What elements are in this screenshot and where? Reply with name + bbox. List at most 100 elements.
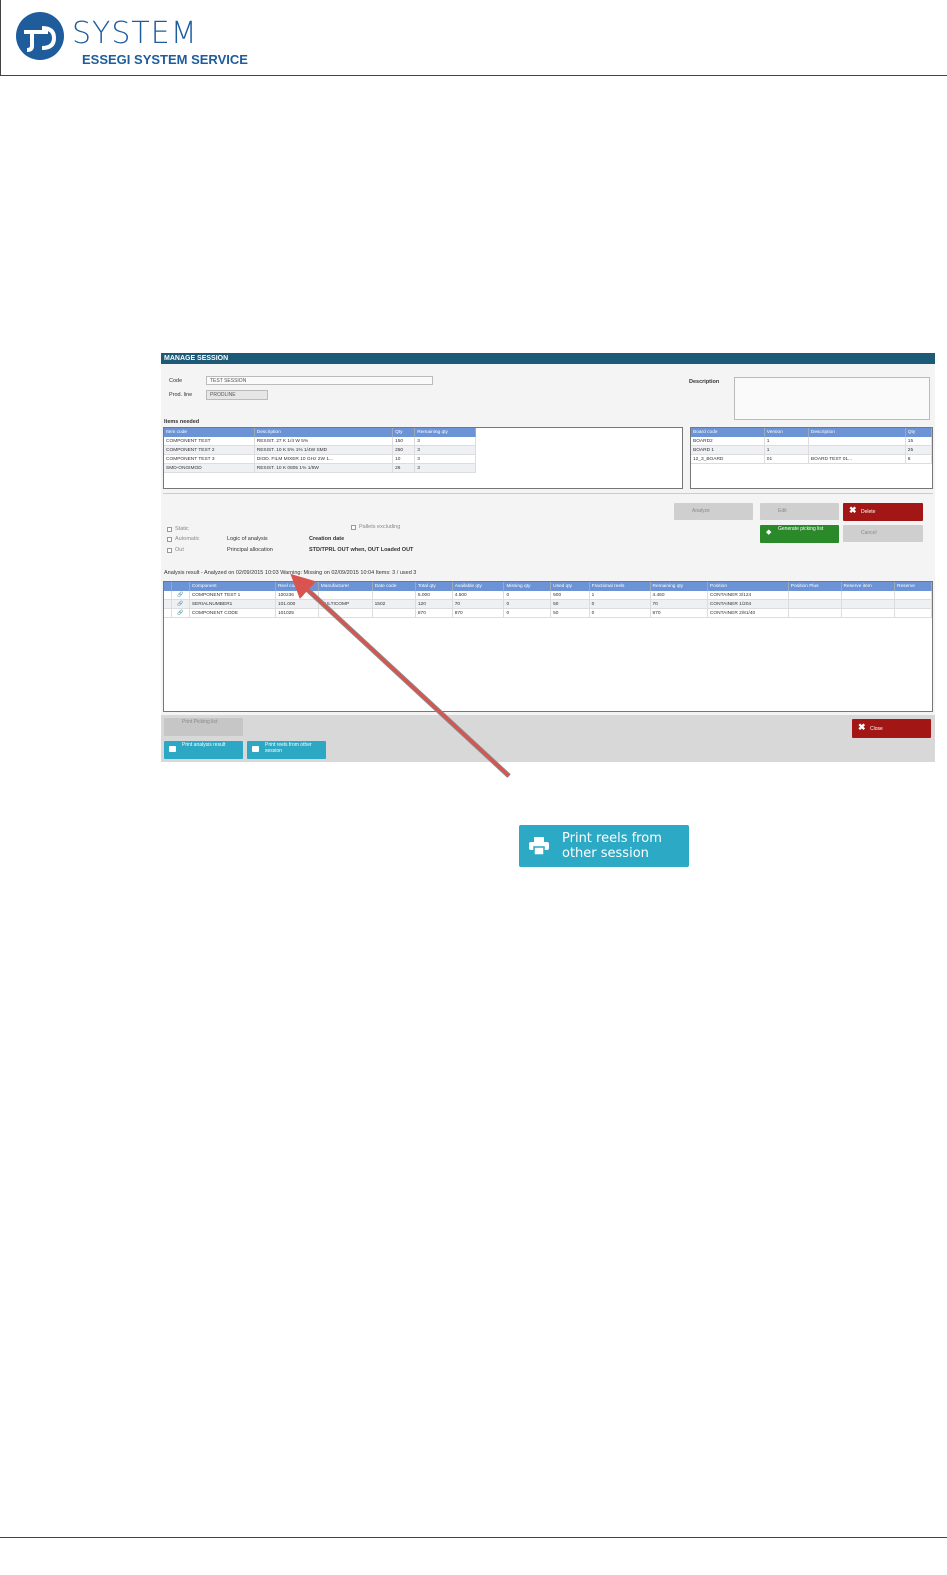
- pallets-checkbox[interactable]: [351, 525, 356, 530]
- table-cell: RESIST. 27 K 1/4 W 5%: [254, 437, 394, 446]
- column-header[interactable]: [164, 582, 172, 591]
- items-table: Item code Description Qty Remaining qty COM…: [163, 427, 683, 489]
- table-cell: 1: [764, 437, 809, 446]
- print-other-label: Print reels from other session: [265, 742, 312, 754]
- window-title: MANAGE SESSION: [161, 353, 935, 364]
- table-cell: 1502: [372, 599, 416, 609]
- column-header[interactable]: Available qty: [452, 582, 505, 591]
- column-header[interactable]: Qty: [905, 428, 932, 437]
- delete-label: Delete: [861, 509, 876, 515]
- logic-value: Creation date: [309, 536, 345, 542]
- column-header[interactable]: Description: [808, 428, 906, 437]
- column-header[interactable]: Reel code: [275, 582, 319, 591]
- boards-row[interactable]: BOARD2 1 15: [691, 437, 932, 446]
- print-other-session-button[interactable]: Print reels from other session: [247, 741, 326, 759]
- table-cell: 150: [392, 437, 416, 446]
- principal-value: STD/TPRL OUT when, OUT Loaded OUT: [309, 547, 414, 553]
- result-row[interactable]: 🔗 SERIALNUMBER1 101.000 MULTICOMP 1502 120 70 0…: [164, 599, 932, 609]
- column-header[interactable]: [171, 582, 190, 591]
- table-cell: RESIST. 10 K 5% 1% 1/4W SMD: [254, 445, 394, 455]
- logo-word: SYSTEM: [72, 16, 198, 51]
- column-header[interactable]: Missing qty: [503, 582, 552, 591]
- table-cell: [894, 599, 932, 609]
- result-row[interactable]: 🔗 COMPONENT TEST 1 100236 5.000 4.500 0 500 1 4.…: [164, 591, 932, 600]
- automatic-label: Automatic: [175, 536, 200, 542]
- printer-icon: [169, 746, 176, 752]
- boards-row[interactable]: 12_3_BOARD 01 BOARD TEST 01... 8: [691, 454, 932, 464]
- column-header[interactable]: Reserve: [894, 582, 932, 591]
- table-cell: 1: [589, 591, 651, 600]
- column-header[interactable]: Description: [254, 428, 394, 437]
- prod-line-select[interactable]: PRODLINE: [206, 390, 268, 400]
- result-row[interactable]: 🔗 COMPONENT CODE 101025 870 870 0 50 0 870 CONTAI…: [164, 608, 932, 618]
- out-checkbox[interactable]: [167, 548, 172, 553]
- close-button[interactable]: ✖ Close: [852, 719, 931, 738]
- generate-picking-button[interactable]: ◆ Generate picking list: [760, 525, 839, 543]
- table-cell: 25: [905, 445, 932, 455]
- items-row[interactable]: COMPONENT TEST 2 RESIST. 10 K 5% 1% 1/4W …: [164, 445, 476, 455]
- table-cell: CONTAINER 2/81/40: [707, 608, 789, 618]
- table-cell: COMPONENT TEST: [164, 437, 255, 446]
- boards-row[interactable]: BOARD 1 1 25: [691, 445, 932, 455]
- link-icon: 🔗: [171, 608, 190, 618]
- print-reels-other-session-callout[interactable]: Print reels from other session: [519, 825, 689, 867]
- column-header[interactable]: Date code: [372, 582, 416, 591]
- table-cell: [788, 599, 842, 609]
- principal-label: Principal allocation: [227, 547, 273, 553]
- table-cell: 3: [414, 437, 476, 446]
- automatic-checkbox[interactable]: [167, 537, 172, 542]
- edit-button[interactable]: Edit: [760, 503, 839, 520]
- printer-icon: [529, 837, 549, 855]
- callout-arrow: [290, 573, 511, 778]
- cancel-button[interactable]: Cancel: [843, 525, 923, 542]
- analyze-button[interactable]: Analyze: [674, 503, 753, 520]
- table-cell: 50: [550, 599, 590, 609]
- column-header[interactable]: Fractional reels: [589, 582, 651, 591]
- delete-icon: ✖: [849, 505, 857, 515]
- static-checkbox[interactable]: [167, 527, 172, 532]
- close-icon: ✖: [858, 722, 866, 732]
- printer-icon: [252, 746, 259, 752]
- column-header[interactable]: Total qty: [415, 582, 453, 591]
- column-header[interactable]: Reserve item: [841, 582, 896, 591]
- header-divider: [0, 75, 947, 76]
- column-header[interactable]: Remaining qty: [414, 428, 476, 437]
- items-row[interactable]: SMD-ONGIMOD RESIST. 10 K 0805 1% 1/8W 26 3: [164, 463, 476, 473]
- column-header[interactable]: Remaining qty: [650, 582, 708, 591]
- link-icon: 🔗: [171, 591, 190, 600]
- column-header[interactable]: Manufacturer: [318, 582, 373, 591]
- manage-session-screenshot: MANAGE SESSION Code TEST SESSION Prod. l…: [161, 353, 935, 762]
- print-picking-list-button[interactable]: Print Picking list: [164, 718, 243, 736]
- table-cell: 15: [905, 437, 932, 446]
- description-label: Description: [689, 379, 720, 385]
- logo-mark-icon: [16, 12, 64, 60]
- column-header[interactable]: Board code: [691, 428, 765, 437]
- column-header[interactable]: Qty: [392, 428, 416, 437]
- company-logo: SYSTEM ESSEGI SYSTEM SERVICE: [14, 8, 254, 70]
- generate-label: Generate picking list: [778, 526, 824, 532]
- pallets-label: Pallets excluding: [359, 524, 401, 530]
- table-cell: 5.000: [415, 591, 453, 600]
- column-header[interactable]: Version: [764, 428, 809, 437]
- table-cell: 12_3_BOARD: [691, 454, 765, 464]
- column-header[interactable]: Used qty: [550, 582, 590, 591]
- table-cell: RESIST. 10 K 0805 1% 1/8W: [254, 463, 394, 473]
- table-cell: 0: [503, 608, 552, 618]
- items-row[interactable]: COMPONENT TEST RESIST. 27 K 1/4 W 5% 150 3: [164, 437, 476, 446]
- description-field[interactable]: [734, 377, 930, 420]
- column-header[interactable]: Item code: [164, 428, 255, 437]
- print-analysis-button[interactable]: Print analysis result: [164, 741, 243, 759]
- table-cell: BOARD TEST 01...: [808, 454, 906, 464]
- column-header[interactable]: Position Plus: [788, 582, 842, 591]
- table-cell: [808, 445, 906, 455]
- table-cell: 250: [392, 445, 416, 455]
- delete-button[interactable]: ✖ Delete: [843, 503, 923, 521]
- column-header[interactable]: Position: [707, 582, 789, 591]
- column-header[interactable]: Component: [189, 582, 276, 591]
- code-label: Code: [169, 378, 183, 384]
- table-cell: 3: [414, 454, 476, 464]
- items-row[interactable]: COMPONENT TEST 3 DIOD. FILM MIXER 10 GHz …: [164, 454, 476, 464]
- table-cell: [894, 591, 932, 600]
- logic-label: Logic of analysis: [227, 536, 268, 542]
- code-field[interactable]: TEST SESSION: [206, 376, 433, 385]
